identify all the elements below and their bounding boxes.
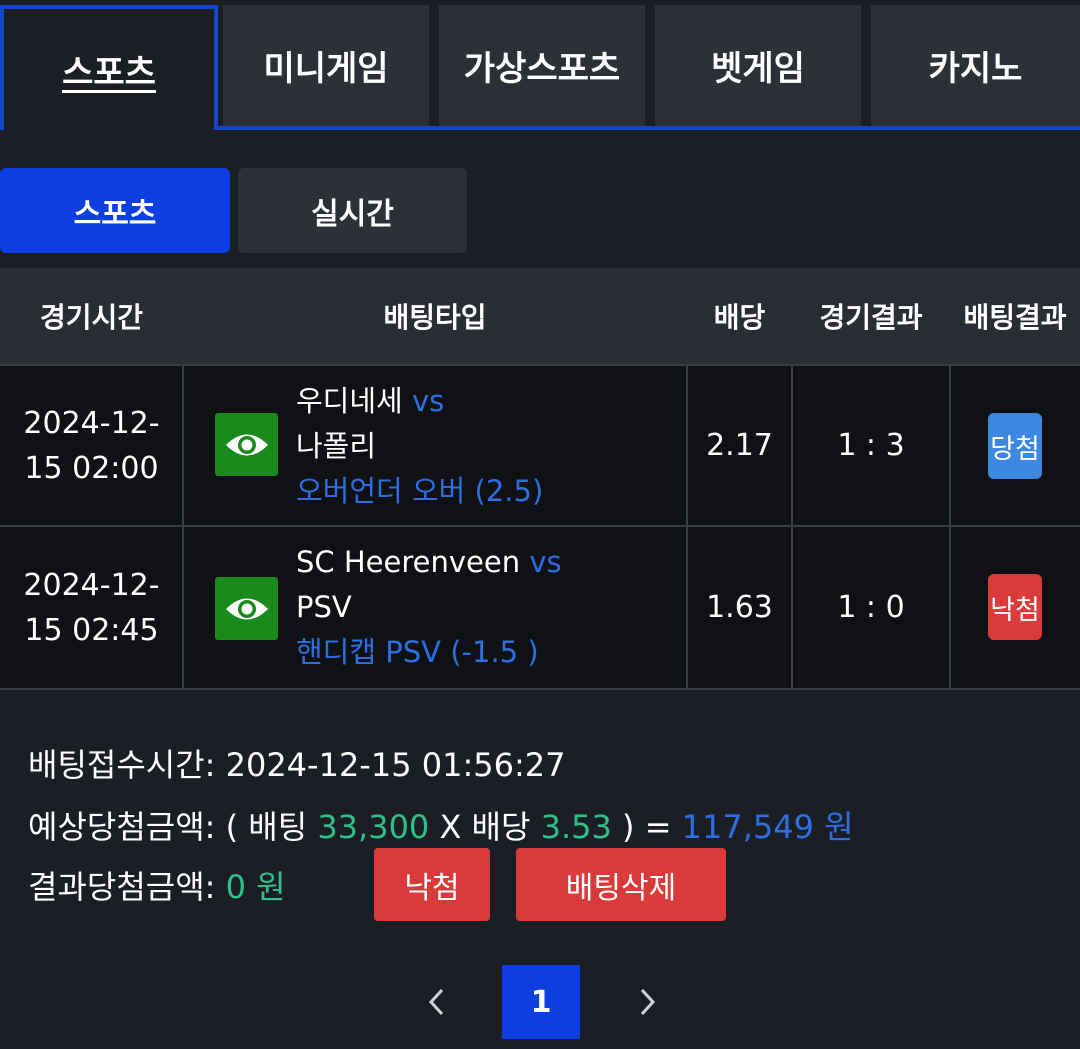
- header-match-time: 경기시간: [39, 301, 144, 334]
- next-page-button[interactable]: [632, 982, 662, 1022]
- eye-icon[interactable]: [215, 413, 278, 476]
- tab-virtual-sports[interactable]: 가상스포츠: [439, 5, 645, 126]
- stake-label: ( 배팅: [225, 808, 308, 846]
- odds-value: 2.17: [706, 428, 773, 463]
- equals-sign: ) =: [622, 808, 672, 846]
- tab-label: 스포츠: [62, 53, 156, 93]
- chevron-right-icon: [640, 988, 656, 1016]
- home-team: 우디네세: [296, 384, 403, 418]
- tab-betgame[interactable]: 벳게임: [655, 5, 861, 126]
- away-team: PSV: [296, 590, 352, 624]
- tab-underline: [214, 126, 1080, 130]
- expected-win-label: 예상당첨금액:: [28, 808, 216, 846]
- table-row: 2024-12- 15 02:45 SC Heerenveen vs PSV 핸…: [0, 527, 1080, 690]
- match-score: 1 : 0: [837, 590, 905, 625]
- accept-time-value: 2024-12-15 01:56:27: [225, 746, 566, 784]
- stake-amount: 33,300: [317, 808, 430, 846]
- away-team: 나폴리: [296, 429, 377, 463]
- prev-page-button[interactable]: [422, 982, 452, 1022]
- tab-casino[interactable]: 카지노: [871, 5, 1080, 126]
- delete-bet-button[interactable]: 배팅삭제: [516, 848, 726, 921]
- table-row: 2024-12- 15 02:00 우디네세 vs 나폴리 오버언더 오버 (2…: [0, 364, 1080, 527]
- match-time: 2024-12- 15 02:45: [0, 527, 183, 688]
- match-hour: 15 02:45: [24, 612, 159, 648]
- header-match-result: 경기결과: [819, 301, 923, 334]
- match-hour: 15 02:00: [24, 450, 159, 486]
- category-tabs: 스포츠 미니게임 가상스포츠 벳게임 카지노: [0, 0, 1080, 130]
- tab-sports[interactable]: 스포츠: [0, 5, 218, 130]
- table-header: 경기시간 배팅타입 배당 경기결과 배팅결과: [0, 268, 1080, 364]
- match-info: 우디네세 vs 나폴리 오버언더 오버 (2.5): [296, 379, 543, 514]
- eye-icon[interactable]: [215, 577, 278, 640]
- bet-selection: 핸디캡 PSV (-1.5 ): [296, 635, 539, 669]
- eye-icon-glyph: [225, 598, 268, 619]
- accept-time-label: 배팅접수시간:: [28, 746, 216, 784]
- bet-table-body: 2024-12- 15 02:00 우디네세 vs 나폴리 오버언더 오버 (2…: [0, 364, 1080, 690]
- total-odds: 3.53: [540, 808, 612, 846]
- tab-label: 카지노: [928, 49, 1023, 89]
- header-bet-result: 배팅결과: [963, 301, 1067, 334]
- match-info: SC Heerenveen vs PSV 핸디캡 PSV (-1.5 ): [296, 540, 562, 675]
- tab-minigame[interactable]: 미니게임: [223, 5, 429, 126]
- vs-label: vs: [529, 545, 562, 579]
- bet-selection: 오버언더 오버 (2.5): [296, 474, 544, 508]
- result-win-line: 결과당첨금액: 0 원: [28, 862, 286, 908]
- result-win-amount: 0 원: [225, 868, 286, 906]
- header-bet-type: 배팅타입: [383, 301, 487, 334]
- header-odds: 배당: [713, 301, 766, 334]
- subtab-label: 실시간: [311, 196, 394, 232]
- subtab-sports[interactable]: 스포츠: [0, 168, 230, 253]
- win-badge: 당첨: [988, 413, 1042, 479]
- page-number-button[interactable]: 1: [502, 965, 580, 1039]
- expected-win-amount: 117,549 원: [681, 808, 854, 846]
- match-teams: 우디네세 vs: [296, 379, 543, 424]
- accept-time-line: 배팅접수시간: 2024-12-15 01:56:27: [28, 740, 565, 786]
- subtab-live[interactable]: 실시간: [238, 168, 467, 253]
- odds-value: 1.63: [706, 590, 773, 625]
- tab-label: 미니게임: [263, 49, 389, 89]
- tab-label: 가상스포츠: [463, 49, 621, 89]
- chevron-left-icon: [428, 988, 444, 1016]
- match-date: 2024-12-: [23, 405, 160, 441]
- eye-icon-glyph: [225, 434, 268, 455]
- match-time: 2024-12- 15 02:00: [0, 366, 183, 525]
- odds-label: X 배당: [439, 808, 531, 846]
- match-date: 2024-12-: [23, 567, 160, 603]
- vs-label: vs: [411, 384, 445, 418]
- expected-win-line: 예상당첨금액: ( 배팅 33,300 X 배당 3.53 ) = 117,54…: [28, 802, 854, 848]
- result-win-label: 결과당첨금액:: [28, 868, 216, 906]
- lose-badge: 낙첨: [988, 574, 1042, 640]
- lose-status-button[interactable]: 낙첨: [374, 848, 490, 921]
- home-team: SC Heerenveen: [296, 545, 521, 579]
- tab-label: 벳게임: [711, 49, 805, 89]
- match-score: 1 : 3: [837, 428, 905, 463]
- bet-history-page: 스포츠 미니게임 가상스포츠 벳게임 카지노 스포츠 실시간 경기시간 배팅타입…: [0, 0, 1080, 1049]
- subtab-label: 스포츠: [73, 196, 157, 232]
- match-teams: SC Heerenveen vs: [296, 540, 562, 585]
